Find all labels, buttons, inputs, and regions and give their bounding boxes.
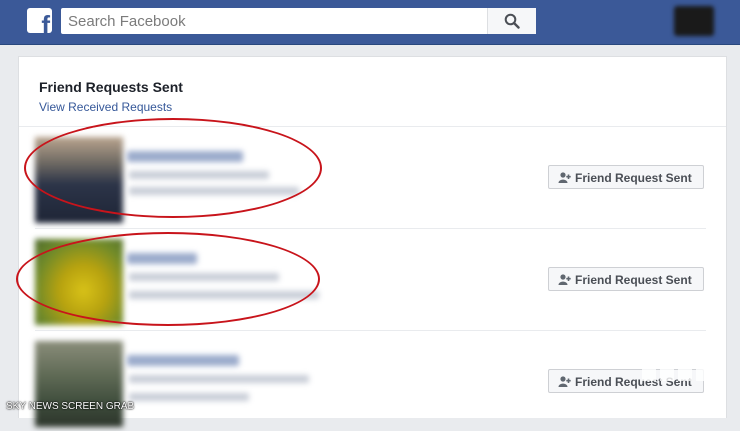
blurred-detail bbox=[129, 273, 279, 281]
top-navigation-bar: f bbox=[0, 0, 740, 45]
friend-request-row: Friend Request Sent bbox=[19, 127, 726, 227]
profile-avatar[interactable] bbox=[674, 6, 714, 36]
blurred-detail bbox=[129, 393, 249, 401]
blurred-detail bbox=[129, 187, 299, 195]
add-friend-icon bbox=[558, 172, 571, 183]
add-friend-icon bbox=[558, 274, 571, 285]
friend-request-sent-button[interactable]: Friend Request Sent bbox=[548, 165, 704, 189]
blurred-name bbox=[127, 355, 239, 366]
view-received-requests-link[interactable]: View Received Requests bbox=[39, 100, 172, 114]
search-button[interactable] bbox=[487, 8, 536, 34]
profile-photo[interactable] bbox=[35, 341, 123, 427]
channel-watermark bbox=[640, 357, 718, 387]
blurred-name bbox=[127, 253, 197, 264]
search-input[interactable] bbox=[61, 8, 488, 34]
profile-photo[interactable] bbox=[35, 137, 123, 223]
facebook-logo[interactable]: f bbox=[27, 8, 52, 33]
friend-request-sent-button[interactable]: Friend Request Sent bbox=[548, 267, 704, 291]
blurred-detail bbox=[129, 375, 309, 383]
blurred-detail bbox=[129, 171, 269, 179]
button-label: Friend Request Sent bbox=[575, 273, 692, 287]
friend-request-row: Friend Request Sent bbox=[19, 331, 726, 431]
blurred-name bbox=[127, 151, 243, 162]
blurred-detail bbox=[129, 291, 319, 299]
friend-requests-panel: Friend Requests Sent View Received Reque… bbox=[18, 56, 727, 427]
logo-letter: f bbox=[41, 10, 50, 33]
friend-request-row: Friend Request Sent bbox=[19, 229, 726, 329]
screen-grab-credit: SKY NEWS SCREEN GRAB bbox=[6, 401, 135, 412]
search-icon bbox=[504, 13, 520, 29]
watermark-logo bbox=[642, 363, 710, 381]
profile-photo[interactable] bbox=[35, 239, 123, 325]
add-friend-icon bbox=[558, 376, 571, 387]
search-box bbox=[61, 8, 536, 34]
panel-title: Friend Requests Sent bbox=[39, 79, 183, 95]
button-label: Friend Request Sent bbox=[575, 171, 692, 185]
